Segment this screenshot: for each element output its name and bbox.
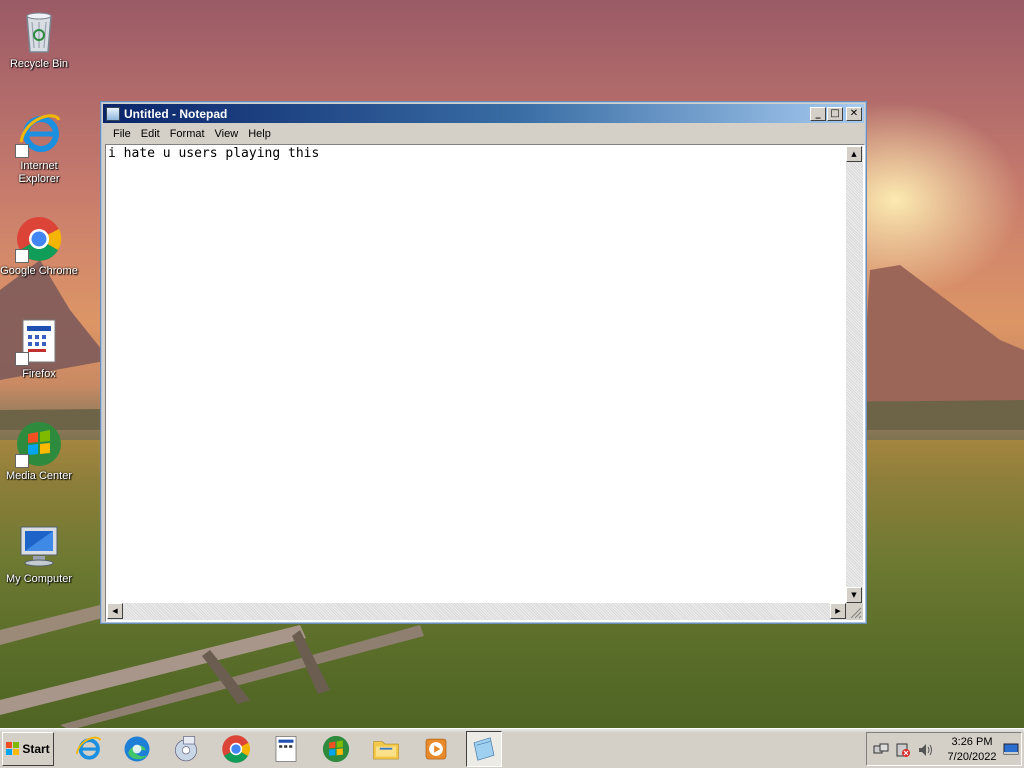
scroll-up-button[interactable]: ▲ xyxy=(846,146,862,162)
minimize-button[interactable]: _ xyxy=(810,106,826,121)
notepad-icon xyxy=(473,737,495,761)
notepad-file-icon xyxy=(275,736,297,762)
show-desktop-icon[interactable] xyxy=(1003,741,1019,757)
taskbar: Start 3:26 PM 7/20/2022 xyxy=(0,728,1024,768)
editor-content[interactable]: i hate u users playing this xyxy=(108,146,844,601)
desktop-icon-label: Google Chrome xyxy=(0,265,78,277)
desktop-icon-label: Media Center xyxy=(5,470,73,482)
menu-edit[interactable]: Edit xyxy=(136,128,165,140)
scroll-left-button[interactable]: ◀ xyxy=(107,603,123,619)
close-button[interactable]: ✕ xyxy=(846,106,862,121)
clock[interactable]: 3:26 PM 7/20/2022 xyxy=(942,735,1002,765)
edge-icon xyxy=(124,736,150,762)
text-editor[interactable]: i hate u users playing this ▲ ▼ ◀ ▶ xyxy=(105,144,865,622)
menu-bar: File Edit Format View Help xyxy=(103,124,864,143)
my-computer-icon xyxy=(15,523,63,571)
maximize-button[interactable]: □ xyxy=(827,106,843,121)
taskbar-media-player[interactable] xyxy=(168,731,204,767)
shortcut-arrow-icon xyxy=(15,352,29,366)
desktop-icon-label: Firefox xyxy=(22,368,56,380)
taskbar-notepad[interactable] xyxy=(466,731,502,767)
desktop-icon-google-chrome[interactable]: Google Chrome xyxy=(0,215,78,278)
desktop-icon-firefox[interactable]: Firefox xyxy=(0,318,78,381)
menu-format[interactable]: Format xyxy=(165,128,210,140)
scroll-right-button[interactable]: ▶ xyxy=(830,603,846,619)
resize-grip[interactable] xyxy=(846,603,863,620)
taskbar-media-player-play[interactable] xyxy=(418,731,454,767)
volume-icon[interactable] xyxy=(917,742,935,758)
media-player-play-icon xyxy=(425,738,447,760)
desktop-icon-label: Recycle Bin xyxy=(9,58,69,70)
clock-time: 3:26 PM xyxy=(951,736,993,748)
taskbar-file-explorer[interactable] xyxy=(368,731,404,767)
desktop-icon-label: My Computer xyxy=(5,573,73,585)
desktop-icon-recycle-bin[interactable]: Recycle Bin xyxy=(0,8,78,71)
windows-media-center-icon xyxy=(322,735,350,763)
chrome-icon xyxy=(222,735,250,763)
windows-logo-icon xyxy=(6,742,20,756)
scroll-down-button[interactable]: ▼ xyxy=(846,587,862,603)
menu-file[interactable]: File xyxy=(108,128,136,140)
media-player-icon xyxy=(175,736,197,762)
desktop-icon-label: Internet Explorer xyxy=(18,160,60,185)
menu-help[interactable]: Help xyxy=(243,128,276,140)
shortcut-arrow-icon xyxy=(15,454,29,468)
start-label: Start xyxy=(22,742,50,756)
system-tray: 3:26 PM 7/20/2022 xyxy=(866,732,1022,766)
internet-explorer-icon xyxy=(75,736,102,760)
vertical-scrollbar[interactable]: ▲ ▼ xyxy=(846,146,863,603)
notepad-window: Untitled - Notepad _ □ ✕ File Edit Forma… xyxy=(100,101,867,624)
taskbar-notepad-file[interactable] xyxy=(268,731,304,767)
notepad-icon xyxy=(106,106,120,121)
desktop-icon-media-center[interactable]: Media Center xyxy=(0,420,78,483)
shortcut-arrow-icon xyxy=(15,249,29,263)
network-icon[interactable] xyxy=(873,742,889,758)
shortcut-arrow-icon xyxy=(15,144,29,158)
media-center-icon xyxy=(15,420,63,468)
window-title: Untitled - Notepad xyxy=(124,106,228,121)
clock-date: 7/20/2022 xyxy=(947,751,997,763)
taskbar-chrome[interactable] xyxy=(218,731,254,767)
desktop-icon-internet-explorer[interactable]: Internet Explorer xyxy=(0,110,78,186)
chrome-icon xyxy=(15,215,63,263)
horizontal-scrollbar[interactable]: ◀ ▶ xyxy=(107,603,846,620)
security-alert-icon[interactable] xyxy=(895,742,911,758)
recycle-bin-icon xyxy=(15,8,63,56)
taskbar-windows-media-center[interactable] xyxy=(318,731,354,767)
window-titlebar[interactable]: Untitled - Notepad _ □ ✕ xyxy=(103,104,864,123)
internet-explorer-icon xyxy=(15,110,63,158)
taskbar-edge[interactable] xyxy=(119,731,155,767)
start-button[interactable]: Start xyxy=(2,732,54,766)
menu-view[interactable]: View xyxy=(210,128,244,140)
taskbar-internet-explorer[interactable] xyxy=(70,731,106,767)
firefox-icon xyxy=(15,318,63,366)
desktop-icon-my-computer[interactable]: My Computer xyxy=(0,523,78,586)
file-explorer-icon xyxy=(373,741,399,760)
